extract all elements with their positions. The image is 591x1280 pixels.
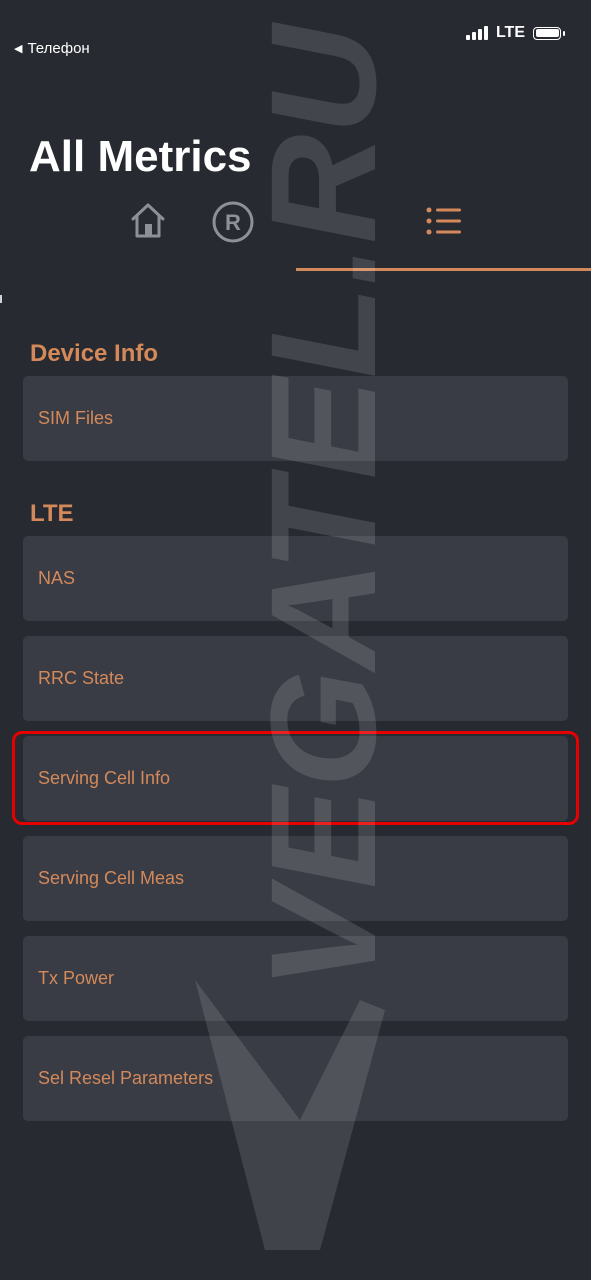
- edge-marker: [0, 295, 2, 303]
- list-item-rrc-state[interactable]: RRC State: [23, 636, 568, 721]
- list-item-serving-cell-info[interactable]: Serving Cell Info: [23, 736, 568, 821]
- list-item-tx-power[interactable]: Tx Power: [23, 936, 568, 1021]
- status-indicators: LTE: [465, 24, 565, 42]
- active-tab-indicator: [296, 268, 591, 271]
- list-item-sel-resel-parameters[interactable]: Sel Resel Parameters: [23, 1036, 568, 1121]
- section-header-lte: LTE: [30, 500, 74, 527]
- battery-icon: [533, 26, 565, 40]
- tab-bar: R: [0, 195, 591, 275]
- home-icon[interactable]: [130, 201, 166, 239]
- signal-strength-icon: [465, 26, 488, 40]
- svg-text:R: R: [225, 210, 241, 235]
- network-type: LTE: [495, 24, 525, 41]
- section-header-device-info: Device Info: [30, 340, 159, 367]
- list-icon[interactable]: [426, 206, 462, 236]
- back-triangle-icon: ◀: [14, 43, 23, 55]
- list-item-nas[interactable]: NAS: [23, 536, 568, 621]
- registered-icon[interactable]: R: [211, 200, 255, 244]
- back-label: Телефон: [27, 40, 90, 57]
- list-item-sim-files[interactable]: SIM Files: [23, 376, 568, 461]
- back-to-phone-link[interactable]: ◀ Телефон: [14, 40, 90, 57]
- list-item-serving-cell-meas[interactable]: Serving Cell Meas: [23, 836, 568, 921]
- page-title: All Metrics: [29, 132, 252, 181]
